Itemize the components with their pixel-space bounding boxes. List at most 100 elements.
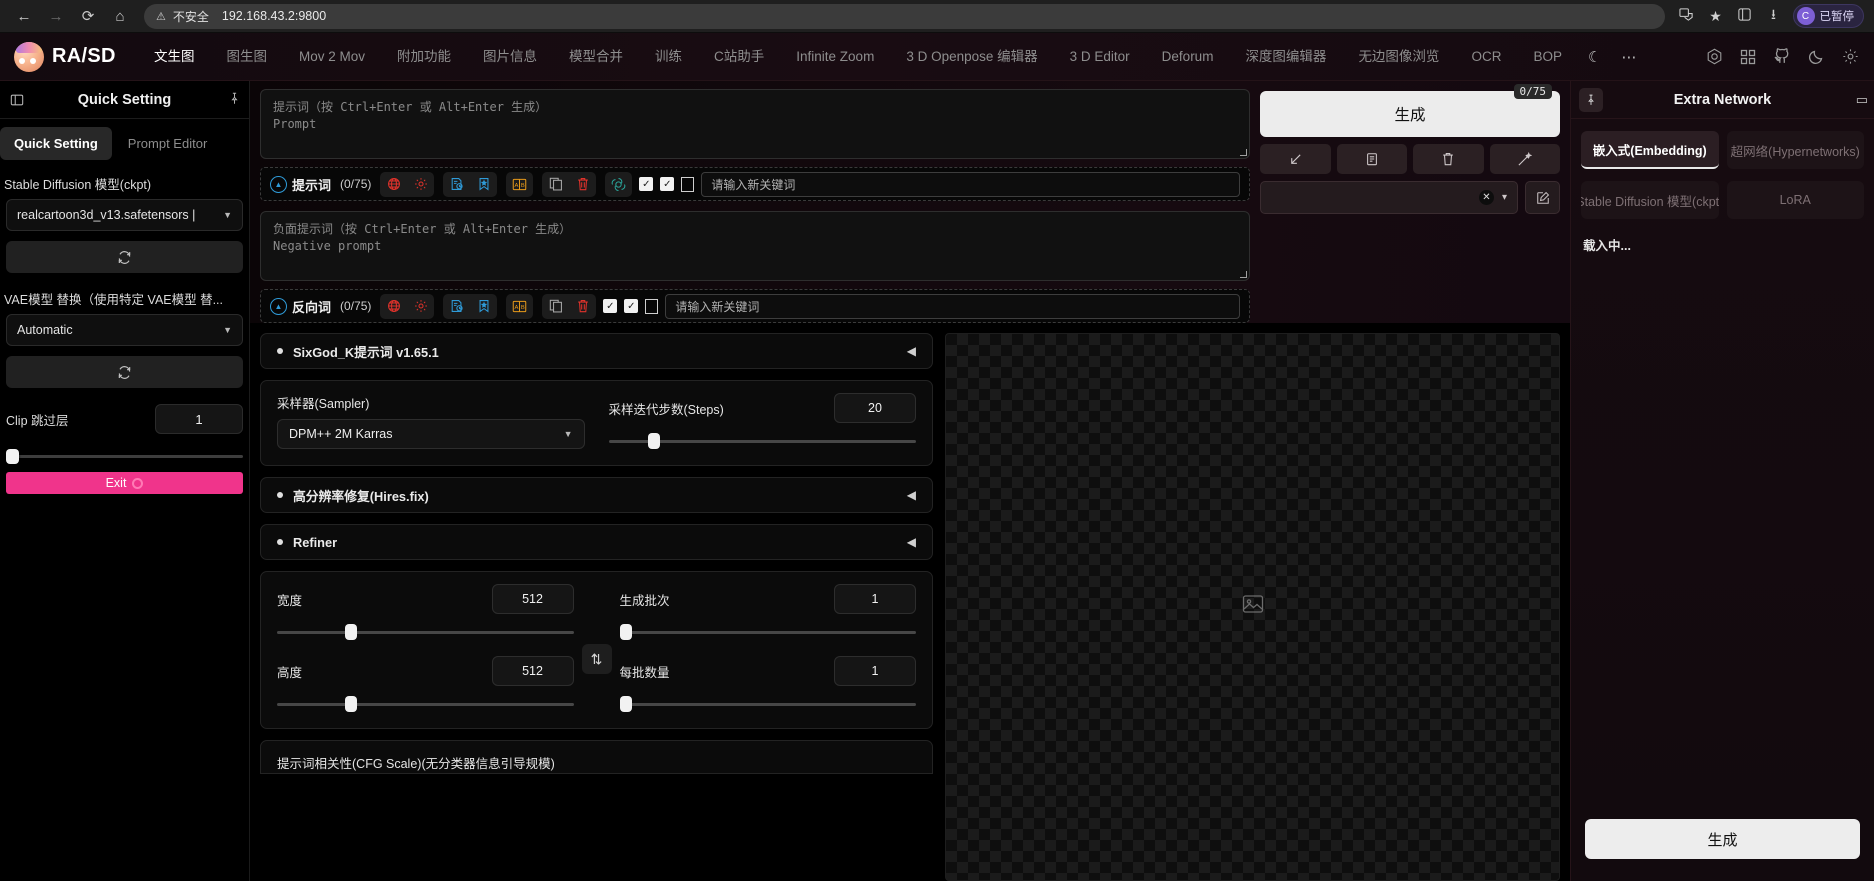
height-slider[interactable] <box>277 696 574 712</box>
keyword-input[interactable]: 请输入新关键词 <box>701 171 1240 197</box>
tab-extras[interactable]: 附加功能 <box>381 33 467 81</box>
clear-styles-icon[interactable]: ✕ <box>1478 190 1494 205</box>
tab-3d-editor[interactable]: 3 D Editor <box>1054 33 1146 81</box>
positive-prompt-input[interactable]: 提示词（按 Ctrl+Enter 或 Alt+Enter 生成） Prompt <box>260 89 1250 159</box>
history-icon[interactable] <box>443 172 470 197</box>
gear-icon[interactable] <box>407 294 434 319</box>
chevron-down-icon[interactable]: ▾ <box>1502 192 1507 203</box>
trash-icon[interactable] <box>1413 144 1484 174</box>
swap-dimensions-button[interactable]: ⇅ <box>581 644 612 674</box>
arrow-down-left-icon[interactable] <box>1260 144 1331 174</box>
profile-chip[interactable]: C 已暂停 <box>1792 4 1864 28</box>
browser-back-button[interactable]: ← <box>10 3 38 29</box>
resize-handle[interactable] <box>1240 149 1247 156</box>
clipboard-icon[interactable] <box>1336 144 1407 174</box>
pin-icon[interactable] <box>1579 87 1603 112</box>
translate-ab-icon[interactable]: A B <box>506 294 533 319</box>
tab-civitai-helper[interactable]: C站助手 <box>698 33 780 81</box>
browser-reload-button[interactable]: ⟳ <box>74 3 102 29</box>
globe-icon[interactable] <box>380 172 407 197</box>
steps-value[interactable]: 20 <box>834 393 916 423</box>
positive-prompt-title-group[interactable]: ▲ 提示词 (0/75) <box>270 175 371 194</box>
height-value[interactable]: 512 <box>491 656 574 686</box>
collapse-icon[interactable]: ▲ <box>270 297 287 315</box>
history-icon[interactable] <box>443 294 470 319</box>
browser-home-button[interactable]: ⌂ <box>106 3 134 29</box>
toolbar-checkbox-2[interactable]: ✓ <box>624 299 639 313</box>
steps-slider[interactable] <box>608 433 916 449</box>
tab-depth-editor[interactable]: 深度图编辑器 <box>1229 33 1342 81</box>
toolbar-cursor-icon[interactable] <box>681 176 695 192</box>
civitai-icon[interactable] <box>1704 47 1724 67</box>
resize-handle[interactable] <box>1240 271 1247 278</box>
slider-thumb[interactable] <box>648 433 661 449</box>
refiner-accordion[interactable]: Refiner ◀ <box>260 524 933 560</box>
batch-count-value[interactable]: 1 <box>834 584 916 614</box>
copy-icon[interactable] <box>542 172 569 197</box>
sampler-select[interactable]: DPM++ 2M Karras ▼ <box>277 419 585 449</box>
github-icon[interactable] <box>1772 47 1792 67</box>
negative-prompt-input[interactable]: 负面提示词（按 Ctrl+Enter 或 Alt+Enter 生成） Negat… <box>260 211 1250 281</box>
collapse-arrow-icon[interactable]: ◀ <box>907 535 916 549</box>
batch-size-value[interactable]: 1 <box>834 656 916 686</box>
bookmark-icon[interactable] <box>470 172 497 197</box>
gear-icon[interactable] <box>1840 47 1860 67</box>
width-value[interactable]: 512 <box>491 584 574 614</box>
bookmark-star-icon[interactable]: ★ <box>1706 8 1726 25</box>
slider-thumb[interactable] <box>6 449 19 464</box>
globe-icon[interactable] <box>380 294 407 319</box>
toolbar-cursor-icon[interactable] <box>645 298 659 314</box>
vae-model-select[interactable]: Automatic ▼ <box>6 314 243 346</box>
slider-thumb[interactable] <box>619 624 632 640</box>
translate-ab-icon[interactable]: A B <box>506 172 533 197</box>
tab-img2img[interactable]: 图生图 <box>211 33 284 81</box>
toolbar-checkbox-1[interactable]: ✓ <box>603 299 618 313</box>
tab-quick-setting[interactable]: Quick Setting <box>0 127 112 160</box>
exit-button[interactable]: Exit <box>6 472 243 494</box>
browser-forward-button[interactable]: → <box>42 3 70 29</box>
nav-more-icon[interactable]: ⋯ <box>1611 48 1646 66</box>
tab-infinite-image-browsing[interactable]: 无边图像浏览 <box>1342 33 1455 81</box>
extra-network-generate-button[interactable]: 生成 <box>1585 819 1860 859</box>
batch-count-slider[interactable] <box>619 624 916 640</box>
tab-txt2img[interactable]: 文生图 <box>138 33 211 81</box>
downloads-icon[interactable]: ⭳ <box>1764 4 1784 28</box>
sidebar-toggle-icon[interactable] <box>6 89 28 111</box>
tab-prompt-editor[interactable]: Prompt Editor <box>114 127 221 160</box>
refresh-models-button[interactable] <box>6 241 243 273</box>
slider-thumb[interactable] <box>345 624 358 640</box>
collapse-arrow-icon[interactable]: ◀ <box>907 344 916 358</box>
tab-3d-openpose-editor[interactable]: 3 D Openpose 编辑器 <box>890 33 1053 81</box>
image-preview-area[interactable] <box>945 333 1560 881</box>
extensions-icon[interactable] <box>1735 7 1755 25</box>
copy-icon[interactable] <box>542 294 569 319</box>
bookmark-icon[interactable] <box>470 294 497 319</box>
toolbar-checkbox-2[interactable]: ✓ <box>660 177 675 191</box>
gear-icon[interactable] <box>407 172 434 197</box>
tab-ocr[interactable]: OCR <box>1455 33 1517 81</box>
tab-checkpoints[interactable]: Stable Diffusion 模型(ckpt) <box>1581 181 1719 219</box>
styles-select[interactable]: ✕ ▾ <box>1260 181 1518 214</box>
tab-checkpoint-merger[interactable]: 模型合并 <box>553 33 639 81</box>
keyword-input[interactable]: 请输入新关键词 <box>665 293 1240 319</box>
collapse-icon[interactable]: ▲ <box>270 175 287 193</box>
tab-deforum[interactable]: Deforum <box>1146 33 1230 81</box>
address-bar[interactable]: ⚠ 不安全 192.168.43.2:9800 <box>144 3 1665 29</box>
openai-icon[interactable] <box>605 172 632 197</box>
slider-thumb[interactable] <box>345 696 358 712</box>
toolbar-checkbox-1[interactable]: ✓ <box>639 177 654 191</box>
tab-infinite-zoom[interactable]: Infinite Zoom <box>780 33 890 81</box>
panel-collapse-icon[interactable]: ▭ <box>1856 92 1868 108</box>
batch-size-slider[interactable] <box>619 696 916 712</box>
collapse-arrow-icon[interactable]: ◀ <box>907 488 916 502</box>
tab-hypernetworks[interactable]: 超网络(Hypernetworks) <box>1726 131 1864 169</box>
negative-prompt-title-group[interactable]: ▲ 反向词 (0/75) <box>270 297 371 316</box>
wand-icon[interactable] <box>1489 144 1560 174</box>
trash-icon[interactable] <box>569 294 596 319</box>
clip-skip-slider[interactable] <box>6 448 243 464</box>
tab-png-info[interactable]: 图片信息 <box>467 33 553 81</box>
moon-icon[interactable] <box>1806 47 1826 67</box>
refresh-vae-button[interactable] <box>6 356 243 388</box>
tab-embedding[interactable]: 嵌入式(Embedding) <box>1581 131 1719 169</box>
clip-skip-value[interactable]: 1 <box>155 404 243 434</box>
